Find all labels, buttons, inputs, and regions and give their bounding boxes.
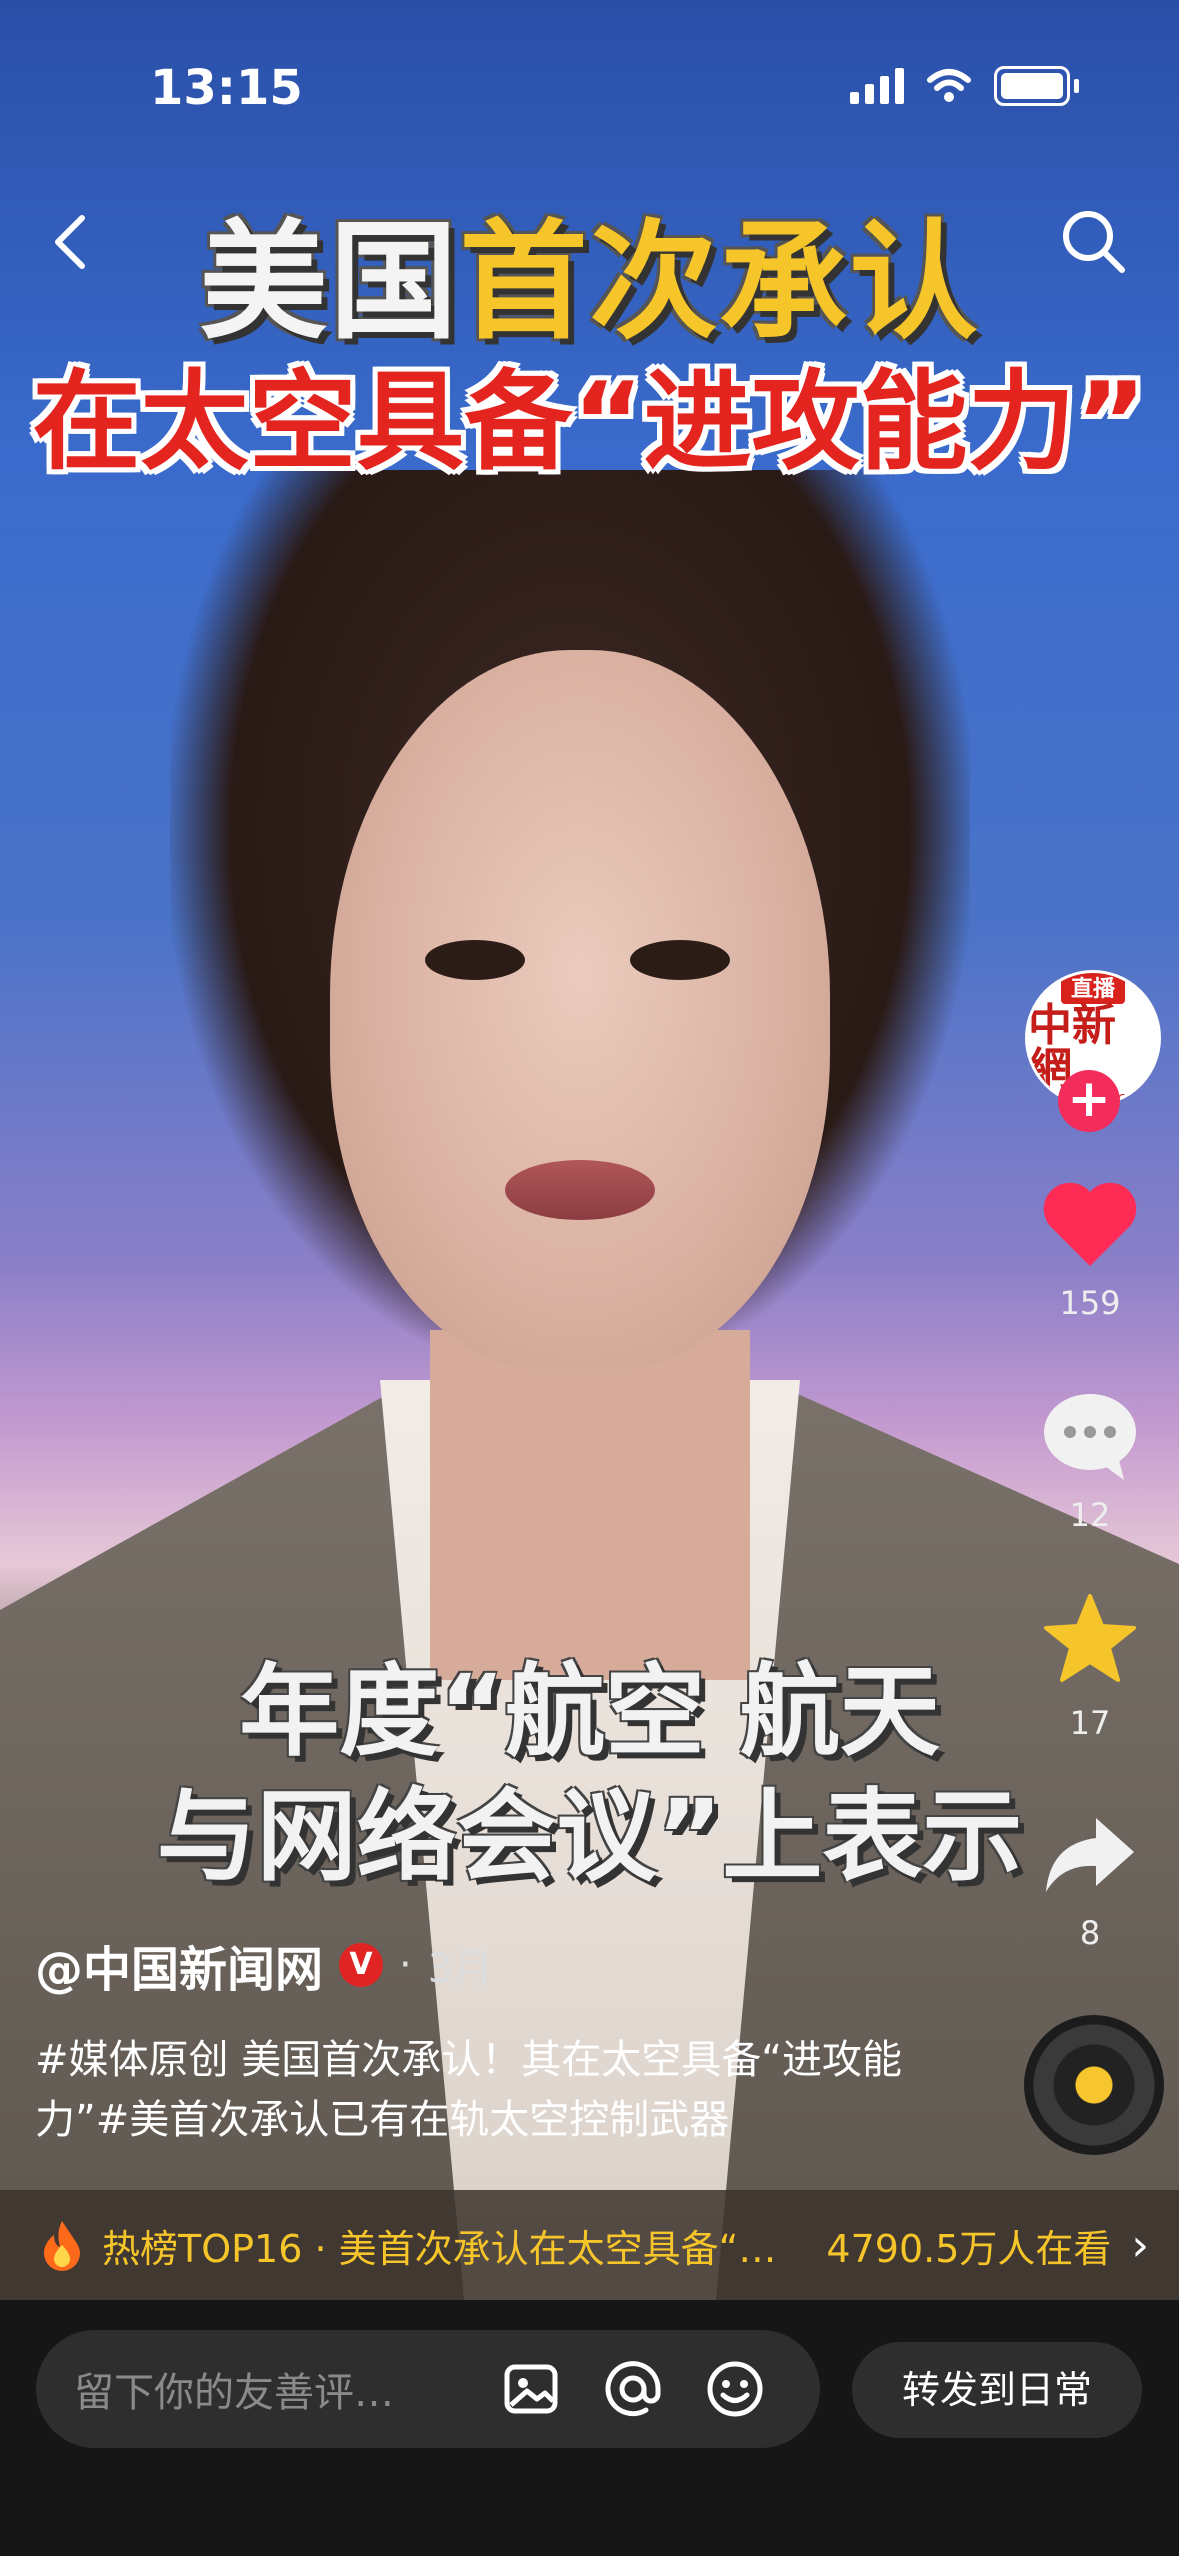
- share-arrow-icon: [1046, 1818, 1134, 1892]
- author-name[interactable]: @中国新闻网: [35, 1930, 323, 2000]
- author-row: @中国新闻网 V · 3月: [35, 1930, 493, 2000]
- favorite-button[interactable]: 17: [1030, 1590, 1150, 1742]
- separator-dot: ·: [399, 1942, 412, 1988]
- status-bar: 13:15: [0, 0, 1179, 170]
- live-badge: 直播: [1060, 973, 1125, 1004]
- hot-list-label: 热榜TOP16 · 美首次承认在太空具备“…: [102, 2226, 777, 2271]
- image-icon: [504, 2364, 558, 2414]
- signal-icon: [850, 68, 904, 104]
- star-icon: [1044, 1594, 1136, 1682]
- video-frame-face: [330, 650, 830, 1370]
- video-subtitle-line1: 年度“航空 航天: [239, 1653, 940, 1770]
- mention-button[interactable]: [598, 2354, 668, 2424]
- share-button[interactable]: 8: [1030, 1810, 1150, 1952]
- status-icons: [850, 66, 1079, 106]
- hot-list-viewers: 4790.5万人在看: [826, 2226, 1112, 2271]
- comment-placeholder: 留下你的友善评…: [74, 2370, 394, 2416]
- video-subtitle-line2: 与网络会议”上表示: [156, 1778, 1023, 1895]
- share-count: 8: [1079, 1914, 1101, 1952]
- repost-button[interactable]: 转发到日常: [852, 2342, 1142, 2438]
- back-button[interactable]: [40, 200, 100, 280]
- video-frame-mouth: [505, 1160, 655, 1220]
- verified-icon: V: [339, 1943, 384, 1987]
- video-frame-neck: [430, 1330, 750, 1680]
- at-icon: [605, 2361, 661, 2417]
- post-caption[interactable]: #媒体原创 美国首次承认！其在太空具备“进攻能力”#美首次承认已有在轨太空控制武…: [35, 2030, 915, 2150]
- comment-input[interactable]: 留下你的友善评…: [36, 2330, 820, 2448]
- emoji-icon: [707, 2361, 763, 2417]
- emoji-button[interactable]: [700, 2354, 770, 2424]
- favorite-count: 17: [1069, 1704, 1111, 1742]
- video-frame-eye: [630, 940, 730, 980]
- comment-button[interactable]: 12: [1030, 1390, 1150, 1534]
- wifi-icon: [927, 69, 971, 102]
- heart-icon: [1043, 1182, 1137, 1266]
- like-count: 159: [1059, 1284, 1121, 1322]
- chevron-left-icon: [55, 215, 85, 269]
- hot-list-bar[interactable]: 热榜TOP16 · 美首次承认在太空具备“… 4790.5万人在看 ›: [0, 2190, 1179, 2300]
- like-button[interactable]: 159: [1030, 1180, 1150, 1322]
- post-date: 3月: [427, 1946, 494, 1992]
- video-title-line2: 在太空具备“进攻能力”: [32, 360, 1147, 485]
- follow-button[interactable]: +: [1058, 1070, 1120, 1132]
- comment-bubble-icon: [1044, 1394, 1136, 1480]
- battery-cap: [1074, 79, 1079, 93]
- chevron-right-icon: ›: [1131, 2219, 1149, 2271]
- search-icon: [1063, 211, 1125, 273]
- bottom-bar: 留下你的友善评… 转发到日常: [0, 2300, 1179, 2556]
- image-button[interactable]: [496, 2354, 566, 2424]
- music-disc-icon[interactable]: [1024, 2015, 1164, 2155]
- fire-icon: [44, 2221, 80, 2271]
- search-button[interactable]: [1054, 200, 1134, 280]
- battery-icon: [994, 66, 1070, 106]
- comment-count: 12: [1069, 1496, 1111, 1534]
- video-frame-eye: [425, 940, 525, 980]
- status-time: 13:15: [150, 60, 303, 116]
